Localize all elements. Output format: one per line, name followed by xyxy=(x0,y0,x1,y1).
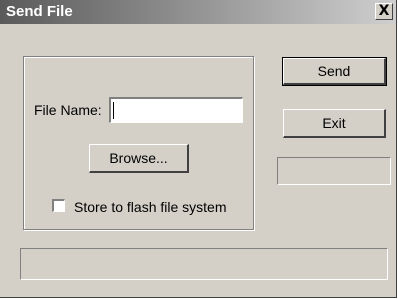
file-name-input[interactable] xyxy=(109,97,243,123)
send-button[interactable]: Send xyxy=(282,57,387,86)
text-caret xyxy=(113,102,114,119)
store-flash-checkbox[interactable] xyxy=(52,199,65,212)
send-file-dialog: Send File X File Name: Browse... Store t… xyxy=(0,0,397,298)
browse-button[interactable]: Browse... xyxy=(89,144,189,173)
store-flash-label[interactable]: Store to flash file system xyxy=(74,199,227,215)
file-name-label: File Name: xyxy=(34,102,102,118)
title-bar[interactable]: Send File X xyxy=(0,0,396,24)
status-bar xyxy=(20,248,388,280)
close-icon[interactable]: X xyxy=(375,3,393,20)
exit-button[interactable]: Exit xyxy=(283,109,386,138)
progress-display xyxy=(277,157,391,185)
window-title: Send File xyxy=(6,3,73,20)
